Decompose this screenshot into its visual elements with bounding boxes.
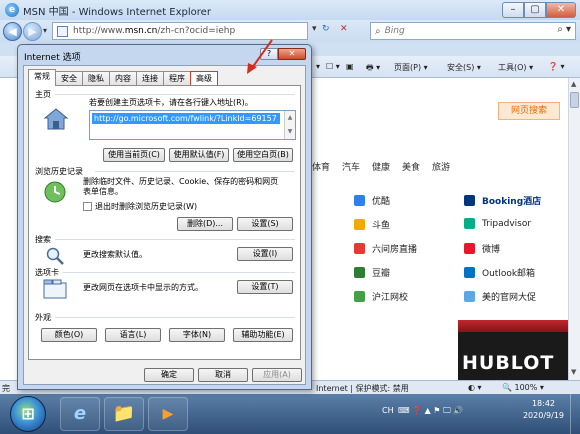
- annotation-arrow: [247, 39, 273, 74]
- tab-general[interactable]: 常规: [28, 69, 56, 86]
